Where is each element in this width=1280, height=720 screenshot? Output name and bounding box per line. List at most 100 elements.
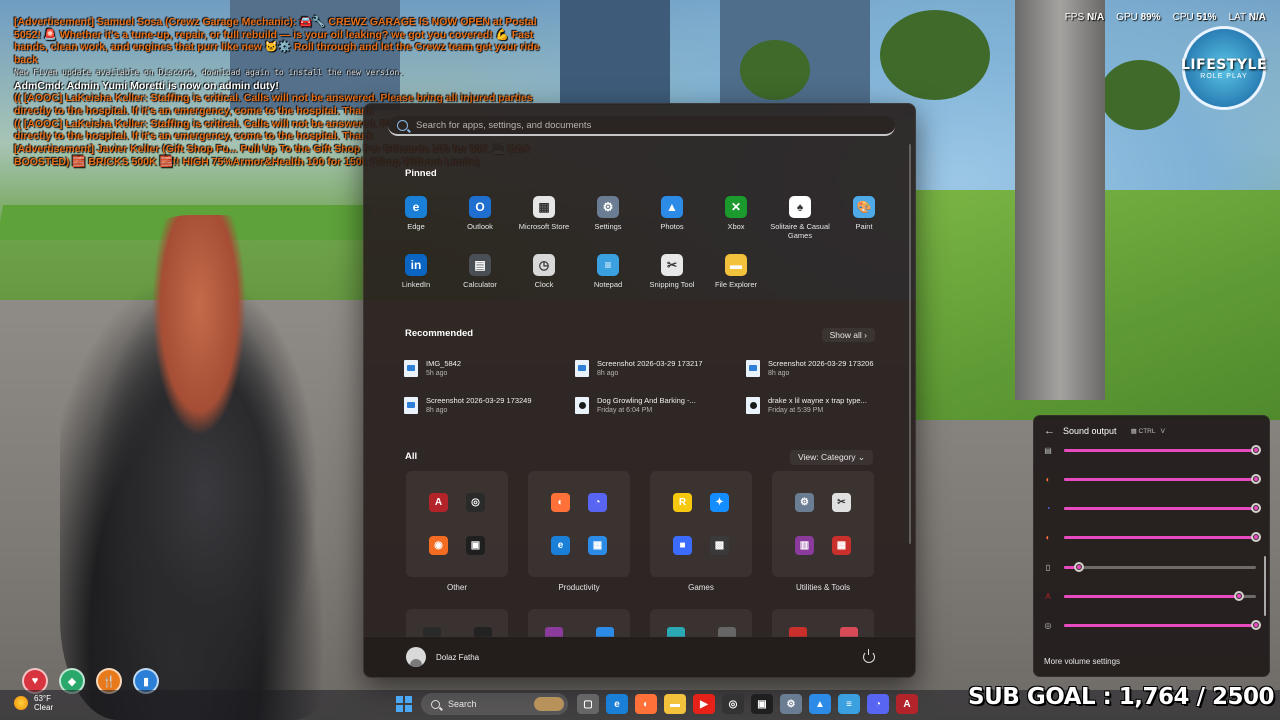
pinned-app-label: Photos: [660, 222, 684, 231]
category-folder[interactable]: ⚙ ✂ ▥ ▦ Utilities & Tools: [772, 471, 874, 599]
office-icon[interactable]: ▦: [588, 536, 607, 555]
volume-slider[interactable]: [1064, 503, 1261, 514]
pinned-app-file-explorer[interactable]: ▬ File Explorer: [704, 254, 768, 306]
origin-icon[interactable]: ◉: [429, 536, 448, 555]
start-search-box[interactable]: [388, 116, 895, 136]
logo-subtitle: ROLE PLAY: [1200, 72, 1248, 80]
sound-output-header: ← Sound output ▦ CTRL V: [1044, 425, 1165, 437]
taskbar-folder-icon[interactable]: ▬: [664, 694, 686, 714]
start-menu-scrollbar[interactable]: [909, 144, 911, 544]
recommended-title: IMG_5842: [426, 359, 462, 368]
back-arrow-icon[interactable]: ←: [1044, 425, 1055, 437]
volume-slider-fill: [1064, 448, 1256, 452]
pinned-app-clock[interactable]: ◷ Clock: [512, 254, 576, 306]
pinned-apps-grid: e Edge O Outlook ▦ Microsoft Store ⚙ Settings ▲ P…: [384, 196, 896, 306]
volume-slider[interactable]: [1064, 532, 1261, 543]
clock-icon: ◷: [533, 254, 555, 276]
pinned-app-solitaire[interactable]: ♠ Solitaire & Casual Games: [768, 196, 832, 248]
more-volume-settings-link[interactable]: More volume settings: [1044, 657, 1120, 666]
taskbar-discord-icon[interactable]: ◔: [867, 694, 889, 714]
gamebar-icon[interactable]: ▩: [710, 536, 729, 555]
recommended-time: 8h ago: [597, 370, 619, 377]
show-all-button[interactable]: Show all ›: [821, 328, 875, 342]
recommended-item[interactable]: Screenshot 2026-03-29 173249 8h ago: [404, 391, 575, 419]
recommended-item[interactable]: drake x lil wayne x trap type... Friday a…: [746, 391, 906, 419]
volume-slider[interactable]: [1064, 561, 1256, 572]
taskbar-task-view-icon[interactable]: ▢: [577, 694, 599, 714]
taskbar-gear-icon[interactable]: ⚙: [780, 694, 802, 714]
category-folder[interactable]: A ◎ ◉ ▣ Other: [406, 471, 508, 599]
windows-start-button[interactable]: [396, 696, 412, 712]
taskbar-firefox-icon[interactable]: ◐: [635, 694, 657, 714]
avatar[interactable]: [406, 647, 426, 667]
pinned-app-settings[interactable]: ⚙ Settings: [576, 196, 640, 248]
taskbar-acrobat-icon[interactable]: A: [896, 694, 918, 714]
volume-slider[interactable]: [1064, 591, 1256, 601]
category-label: Productivity: [558, 583, 600, 592]
volume-slider[interactable]: [1064, 444, 1261, 455]
snipping-icon[interactable]: ✂: [832, 493, 851, 512]
firefox-icon[interactable]: ◐: [551, 493, 570, 512]
gear-icon[interactable]: ⚙: [795, 493, 814, 512]
volume-slider-thumb[interactable]: [1251, 473, 1261, 484]
recommended-item[interactable]: IMG_5842 5h ago: [404, 354, 575, 382]
pinned-app-xbox[interactable]: ✕ Xbox: [704, 196, 768, 248]
volume-slider-thumb[interactable]: [1251, 503, 1261, 514]
volume-slider-thumb[interactable]: [1074, 561, 1085, 572]
category-label: Utilities & Tools: [795, 583, 851, 592]
recommended-item[interactable]: Screenshot 2026-03-29 173217 8h ago: [575, 354, 746, 382]
edge-icon[interactable]: e: [551, 536, 570, 555]
taskbar-obs-icon[interactable]: ◎: [722, 694, 744, 714]
search-input[interactable]: [416, 119, 886, 131]
recommended-item[interactable]: Dog Growling And Barking -... Friday at 6…: [575, 391, 746, 419]
volume-slider-thumb[interactable]: [1233, 591, 1244, 601]
volume-slider-thumb[interactable]: [1251, 444, 1261, 455]
pinned-app-photos[interactable]: ▲ Photos: [640, 196, 704, 248]
sound-panel-scrollbar[interactable]: [1264, 556, 1266, 616]
category-folder[interactable]: ◐ ◔ e ▦ Productivity: [528, 471, 630, 599]
pinned-app-microsoft-store[interactable]: ▦ Microsoft Store: [512, 196, 576, 248]
rockstar-icon[interactable]: R: [673, 493, 692, 512]
pinned-app-linkedin[interactable]: in LinkedIn: [384, 254, 448, 306]
battlenet-icon[interactable]: ✦: [710, 493, 729, 512]
volume-slider[interactable]: [1064, 473, 1261, 484]
weather-widget[interactable]: 63°F Clear: [14, 694, 53, 712]
roblox-icon[interactable]: ■: [673, 536, 692, 555]
pinned-app-calculator[interactable]: ▤ Calculator: [448, 254, 512, 306]
taskbar-photos-icon[interactable]: ▲: [809, 694, 831, 714]
pinned-app-edge[interactable]: e Edge: [384, 196, 448, 248]
taskbar-search[interactable]: Search: [421, 693, 568, 715]
pinned-app-notepad[interactable]: ≡ Notepad: [576, 254, 640, 306]
acrobat-icon[interactable]: A: [429, 493, 448, 512]
category-folder[interactable]: [406, 609, 508, 637]
pinned-app-paint[interactable]: 🎨 Paint: [832, 196, 896, 248]
category-folder[interactable]: [650, 609, 752, 637]
volume-row: ◎: [1042, 619, 1264, 633]
taskbar-notepad-icon[interactable]: ≡: [838, 694, 860, 714]
logo-title: LIFESTYLE: [1181, 56, 1268, 73]
discord-icon[interactable]: ◔: [588, 493, 607, 512]
pinned-app-label: Notepad: [593, 280, 623, 289]
capcut-icon[interactable]: ▣: [466, 536, 485, 555]
taskbar-capcut-icon[interactable]: ▣: [751, 694, 773, 714]
taskbar-edge-icon[interactable]: e: [606, 694, 628, 714]
volume-row: ▯: [1042, 560, 1264, 574]
volume-slider-fill: [1064, 507, 1256, 511]
volume-slider-thumb[interactable]: [1251, 620, 1261, 631]
taskbar-youtube-icon[interactable]: ▶: [693, 694, 715, 714]
user-name[interactable]: Dolaz Fatha: [436, 653, 479, 662]
category-folder[interactable]: R ✦ ■ ▩ Games: [650, 471, 752, 599]
pinned-app-outlook[interactable]: O Outlook: [448, 196, 512, 248]
power-icon[interactable]: [863, 649, 875, 663]
recommended-item[interactable]: Screenshot 2026-03-29 173206 8h ago: [746, 354, 906, 382]
view-category-dropdown[interactable]: View: Category ⌄: [790, 450, 873, 465]
volume-slider[interactable]: [1064, 620, 1261, 631]
recommended-time: 5h ago: [426, 370, 448, 377]
category-folder[interactable]: [528, 609, 630, 637]
obs-icon[interactable]: ◎: [466, 493, 485, 512]
category-folder[interactable]: [772, 609, 874, 637]
volume-slider-thumb[interactable]: [1251, 532, 1261, 543]
winrar-icon[interactable]: ▥: [795, 536, 814, 555]
tools-icon[interactable]: ▦: [832, 536, 851, 555]
pinned-app-snipping-tool[interactable]: ✂ Snipping Tool: [640, 254, 704, 306]
